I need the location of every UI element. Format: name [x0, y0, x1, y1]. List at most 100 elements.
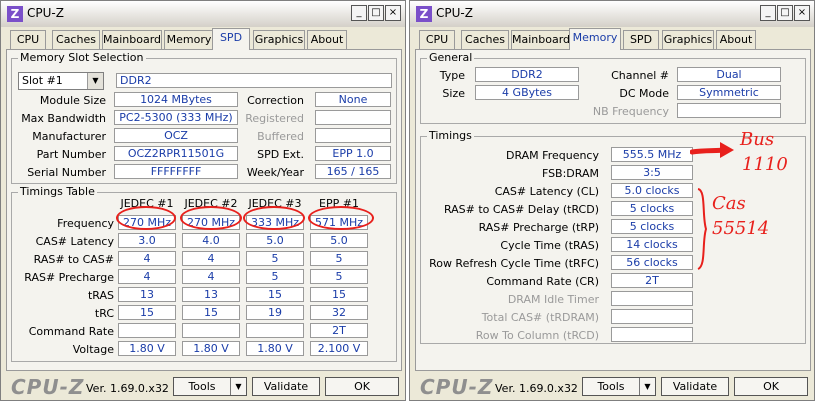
spd-ext-value: EPP 1.0 [315, 146, 391, 161]
memory-timing-label: DRAM Frequency [505, 149, 599, 162]
type-label: Type [439, 69, 465, 82]
timing-cell: 3.0 [118, 233, 176, 248]
timing-cell: 5.0 [246, 233, 304, 248]
tab-memory[interactable]: Memory [164, 30, 214, 49]
timing-cell [246, 323, 304, 338]
timing-row-label: tRAS [87, 289, 114, 302]
buffered-label: Buffered [257, 130, 304, 143]
serial-number-value: FFFFFFFF [114, 164, 238, 179]
correction-label: Correction [247, 94, 304, 107]
memory-timing-label: RAS# Precharge (tRP) [478, 221, 599, 234]
channel-value: Dual [677, 67, 781, 82]
ok-button[interactable]: OK [734, 377, 808, 396]
part-number-label: Part Number [36, 148, 106, 161]
timing-cell: 2.100 V [310, 341, 368, 356]
cpuz-window-spd: Z CPU-Z _ □ × CPU Caches Mainboard Memory … [0, 0, 406, 401]
timing-row-label: RAS# to CAS# [33, 253, 114, 266]
spd-ext-label: SPD Ext. [257, 148, 304, 161]
timing-cell: 15 [118, 305, 176, 320]
memory-timing-value: 3:5 [611, 165, 693, 180]
window-title: CPU-Z [27, 6, 64, 20]
tab-graphics[interactable]: Graphics [662, 30, 714, 49]
channel-label: Channel # [611, 69, 669, 82]
tab-mainboard[interactable]: Mainboard [102, 30, 162, 49]
group-label: Timings Table [18, 185, 97, 198]
maximize-button[interactable]: □ [368, 5, 384, 21]
memory-timing-value: 2T [611, 273, 693, 288]
memory-timing-label: Command Rate (CR) [486, 275, 599, 288]
slot-select-value: Slot #1 [22, 74, 63, 87]
tab-caches[interactable]: Caches [52, 30, 100, 49]
memory-timing-value: 5 clocks [611, 201, 693, 216]
cas-value-annotation: 55514 [712, 218, 770, 239]
max-bandwidth-label: Max Bandwidth [21, 112, 106, 125]
memory-panel: General Type DDR2 Size 4 GBytes Channel … [415, 49, 811, 371]
timing-cell [118, 323, 176, 338]
memory-timing-value: 14 clocks [611, 237, 693, 252]
timing-cell: 4 [182, 269, 240, 284]
tab-cpu[interactable]: CPU [10, 30, 46, 49]
tab-caches[interactable]: Caches [461, 30, 509, 49]
maximize-button[interactable]: □ [777, 5, 793, 21]
memory-timing-value: 5 clocks [611, 219, 693, 234]
version-label: Ver. 1.69.0.x32 [495, 382, 578, 395]
memory-timing-value: 56 clocks [611, 255, 693, 270]
general-group: General Type DDR2 Size 4 GBytes Channel … [420, 51, 806, 124]
size-label: Size [442, 87, 465, 100]
module-size-label: Module Size [39, 94, 106, 107]
timing-cell: 19 [246, 305, 304, 320]
cpuz-logo-icon: Z [416, 6, 432, 22]
red-arrow-icon [690, 142, 734, 158]
memory-timing-label: Row Refresh Cycle Time (tRFC) [429, 257, 599, 270]
chevron-down-icon[interactable]: ▼ [639, 378, 655, 395]
group-label: Memory Slot Selection [18, 51, 146, 64]
chevron-down-icon[interactable]: ▼ [230, 378, 246, 395]
tab-about[interactable]: About [307, 30, 347, 49]
tools-button-label: Tools [597, 380, 625, 393]
timing-cell: 15 [246, 287, 304, 302]
minimize-button[interactable]: _ [760, 5, 776, 21]
timing-cell: 4 [118, 251, 176, 266]
memory-timing-label: Cycle Time (tRAS) [500, 239, 599, 252]
tab-spd[interactable]: SPD [212, 28, 250, 50]
bus-value-annotation: 1110 [742, 154, 788, 175]
tab-spd[interactable]: SPD [623, 30, 659, 49]
minimize-button[interactable]: _ [351, 5, 367, 21]
close-button[interactable]: × [385, 5, 401, 21]
memory-timing-label: DRAM Idle Timer [507, 293, 599, 306]
chevron-down-icon[interactable]: ▼ [87, 73, 103, 89]
timing-cell: 5.0 [310, 233, 368, 248]
timing-cell: 2T [310, 323, 368, 338]
window-title: CPU-Z [436, 6, 473, 20]
group-label: Timings [427, 129, 474, 142]
tools-button[interactable]: Tools ▼ [173, 377, 247, 396]
part-number-value: OCZ2RPR11501G [114, 146, 238, 161]
memory-timing-value [611, 309, 693, 324]
cpuz-footer-logo: CPU-Z [420, 375, 494, 399]
tab-cpu[interactable]: CPU [419, 30, 455, 49]
correction-value: None [315, 92, 391, 107]
registered-value [315, 110, 391, 125]
close-button[interactable]: × [794, 5, 810, 21]
memory-timing-value [611, 291, 693, 306]
timing-cell: 13 [118, 287, 176, 302]
timing-cell: 15 [182, 305, 240, 320]
memory-timing-label: RAS# to CAS# Delay (tRCD) [443, 203, 599, 216]
timing-cell: 1.80 V [182, 341, 240, 356]
validate-button[interactable]: Validate [252, 377, 320, 396]
timing-cell: 1.80 V [246, 341, 304, 356]
size-value: 4 GBytes [475, 85, 579, 100]
tab-mainboard[interactable]: Mainboard [511, 30, 571, 49]
tab-about[interactable]: About [716, 30, 756, 49]
tab-memory[interactable]: Memory [569, 28, 621, 50]
tab-graphics[interactable]: Graphics [253, 30, 305, 49]
validate-button[interactable]: Validate [661, 377, 729, 396]
ok-button[interactable]: OK [325, 377, 399, 396]
timing-row-label: Voltage [72, 343, 114, 356]
timing-cell: 4 [182, 251, 240, 266]
title-bar: Z CPU-Z _ □ × [410, 1, 814, 27]
buffered-value [315, 128, 391, 143]
slot-select[interactable]: Slot #1 ▼ [18, 72, 104, 90]
memory-timing-label: Row To Column (tRCD) [475, 329, 599, 342]
tools-button[interactable]: Tools ▼ [582, 377, 656, 396]
